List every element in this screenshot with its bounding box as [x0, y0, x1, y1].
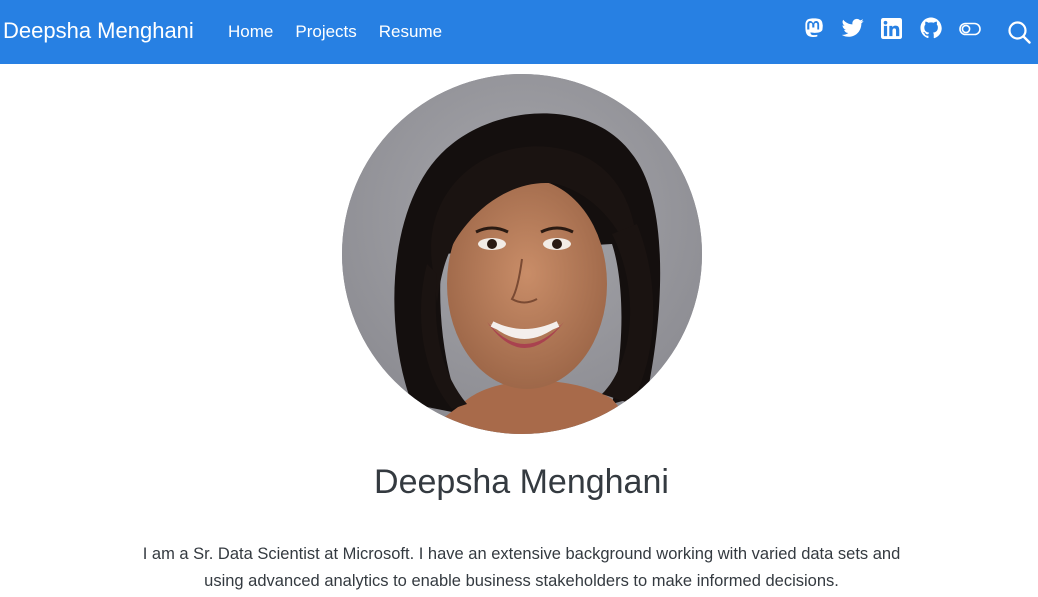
linkedin-icon[interactable] [881, 18, 902, 39]
navbar: Deepsha Menghani Home Projects Resume [0, 0, 1038, 64]
twitter-icon[interactable] [842, 18, 864, 38]
portrait-image [342, 74, 702, 434]
nav-icon-bar [0, 17, 1038, 47]
profile-name: Deepsha Menghani [374, 463, 669, 501]
bio-line: using advanced analytics to enable busin… [204, 572, 839, 590]
profile-bio: I am a Sr. Data Scientist at Microsoft. … [0, 541, 1038, 595]
profile-avatar [342, 74, 702, 434]
bio-line: I am a Sr. Data Scientist at Microsoft. … [142, 545, 901, 563]
search-icon[interactable] [1007, 20, 1031, 44]
toggle-icon[interactable] [959, 22, 981, 36]
mastodon-icon[interactable] [803, 17, 825, 39]
github-icon[interactable] [920, 17, 942, 39]
